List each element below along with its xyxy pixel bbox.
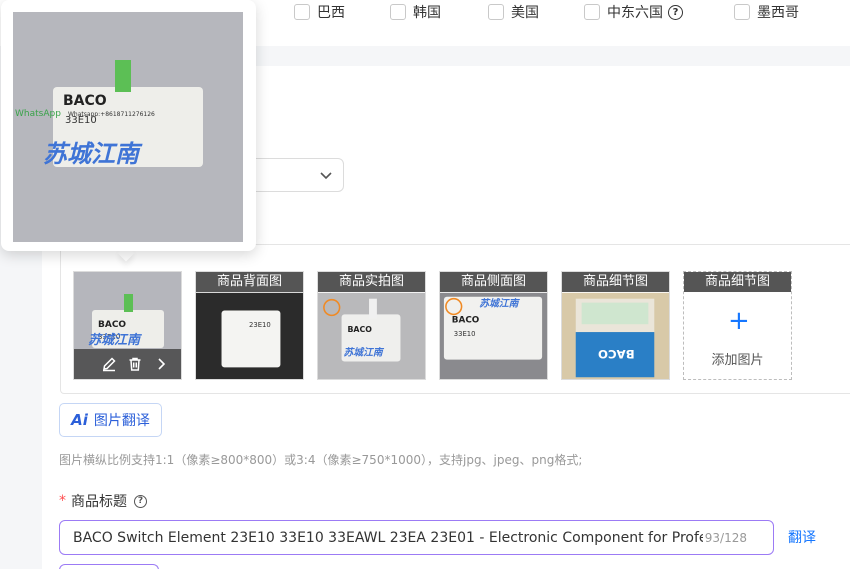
help-icon[interactable]: ? — [134, 494, 147, 508]
char-counter: 93/128 — [704, 531, 747, 545]
translate-link[interactable]: 翻译 — [788, 527, 816, 547]
gallery-thumb-side[interactable]: 商品侧面图 BACO 33E10 苏城江南 — [439, 271, 548, 380]
product-title-input[interactable]: BACO Switch Element 23E10 33E10 33EAWL 2… — [59, 520, 774, 555]
add-image-label: 添加图片 — [711, 353, 764, 368]
checkbox-label: 中东六国 — [607, 5, 663, 21]
product-photo: BACO 33E10 苏城江南 — [440, 292, 547, 379]
gallery-thumb-main[interactable]: BACO 33E10 苏城江南 — [73, 271, 182, 380]
required-mark: * — [59, 493, 66, 509]
gallery-thumb-detail[interactable]: 商品细节图 BACO — [561, 271, 670, 380]
checkbox-middle-east[interactable]: 中东六国 ? — [584, 3, 683, 21]
checkbox-box[interactable] — [390, 4, 406, 20]
svg-text:23E10: 23E10 — [249, 321, 271, 329]
product-photo: 23E10 — [196, 292, 303, 379]
svg-text:苏城江南: 苏城江南 — [479, 298, 520, 310]
svg-text:BACO: BACO — [598, 347, 635, 361]
svg-text:WhatsApp: WhatsApp — [15, 109, 61, 119]
checkbox-brazil[interactable]: 巴西 — [294, 3, 345, 21]
checkbox-label: 巴西 — [317, 5, 345, 21]
svg-text:苏城江南: 苏城江南 — [88, 332, 142, 348]
checkbox-box[interactable] — [584, 4, 600, 20]
checkbox-label: 美国 — [511, 5, 539, 21]
product-title-text: 商品标题 — [71, 494, 127, 510]
thumb-label: 商品细节图 — [684, 272, 791, 292]
checkbox-label: 墨西哥 — [757, 5, 799, 21]
svg-text:BACO: BACO — [63, 93, 107, 109]
svg-text:BACO: BACO — [98, 320, 126, 330]
add-image-button[interactable]: 商品细节图 + 添加图片 — [683, 271, 792, 380]
product-title-label: * 商品标题 ? — [59, 491, 147, 511]
svg-text:33E10: 33E10 — [454, 330, 476, 338]
image-translate-label: 图片翻译 — [93, 413, 150, 429]
help-icon[interactable]: ? — [668, 4, 683, 20]
product-photo: BACO 苏城江南 — [318, 292, 425, 379]
thumb-label: 商品侧面图 — [440, 272, 547, 292]
gallery-thumb-back[interactable]: 商品背面图 23E10 — [195, 271, 304, 380]
product-title-value: BACO Switch Element 23E10 33E10 33EAWL 2… — [73, 529, 703, 546]
svg-text:Whatsapp:+8618711276126: Whatsapp:+8618711276126 — [68, 111, 155, 118]
trash-icon[interactable] — [127, 356, 143, 372]
thumb-toolbar — [74, 349, 181, 379]
chevron-down-icon — [320, 172, 332, 180]
checkbox-box[interactable] — [488, 4, 504, 20]
checkbox-mexico[interactable]: 墨西哥 — [734, 3, 799, 21]
svg-text:苏城江南: 苏城江南 — [43, 140, 143, 168]
edit-icon[interactable] — [101, 356, 117, 372]
thumb-label: 商品实拍图 — [318, 272, 425, 292]
checkbox-usa[interactable]: 美国 — [488, 3, 539, 21]
svg-text:BACO: BACO — [347, 325, 372, 334]
checkbox-box[interactable] — [294, 4, 310, 20]
image-translate-button[interactable]: Ai 图片翻译 — [59, 403, 162, 437]
checkbox-box[interactable] — [734, 4, 750, 20]
image-format-hint: 图片横纵比例支持1:1（像素≥800*800）或3:4（像素≥750*1000）… — [59, 453, 583, 467]
svg-text:苏城江南: 苏城江南 — [344, 347, 385, 359]
thumb-label: 商品背面图 — [196, 272, 303, 292]
chevron-right-icon[interactable] — [153, 356, 169, 372]
gallery-thumb-real[interactable]: 商品实拍图 BACO 苏城江南 — [317, 271, 426, 380]
checkbox-korea[interactable]: 韩国 — [390, 3, 441, 21]
ai-icon: Ai — [71, 411, 88, 429]
plus-icon: + — [728, 306, 750, 336]
next-field-input[interactable] — [59, 564, 159, 569]
thumb-label: 商品细节图 — [562, 272, 669, 292]
checkbox-label: 韩国 — [413, 5, 441, 21]
product-photo: BACO — [562, 292, 669, 379]
preview-photo: BACO 33E10 WhatsApp Whatsapp:+8618711276… — [13, 12, 243, 242]
image-preview-popover: BACO 33E10 WhatsApp Whatsapp:+8618711276… — [1, 0, 256, 251]
svg-text:BACO: BACO — [452, 315, 480, 325]
